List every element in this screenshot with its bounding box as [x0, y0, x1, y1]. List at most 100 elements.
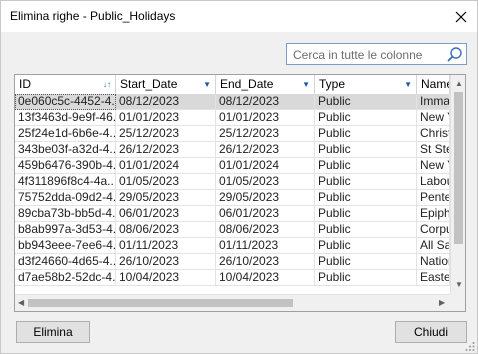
cell-start-date[interactable]: 08/06/2023 [116, 222, 216, 238]
cell-end-date[interactable]: 08/12/2023 [216, 94, 315, 110]
table-row[interactable]: 75752dda-09d2-4... 29/05/2023 29/05/2023 Pu… [15, 190, 450, 206]
cell-id[interactable]: 459b6476-390b-4... [15, 158, 116, 174]
cell-type[interactable]: Public [315, 110, 417, 126]
column-header-name[interactable]: Name [417, 75, 450, 94]
cell-id[interactable]: 4f311896f8c4-4a... [15, 174, 116, 190]
column-header-end-date[interactable]: End_Date ▼ [216, 75, 315, 94]
cell-name[interactable]: Nationa [417, 254, 450, 270]
cell-name[interactable]: All Sain [417, 238, 450, 254]
cell-name[interactable]: Corpus [417, 222, 450, 238]
cell-name[interactable]: Easter [417, 270, 450, 286]
cell-name[interactable]: Epipha [417, 206, 450, 222]
cell-end-date[interactable]: 01/01/2023 [216, 110, 315, 126]
table-row[interactable]: d3f24660-4d65-4... 26/10/2023 26/10/2023 Pu… [15, 254, 450, 270]
column-header-id[interactable]: ID ↓↑ [15, 75, 116, 94]
table-row[interactable]: bb943eee-7ee6-4... 01/11/2023 01/11/2023 Pu… [15, 238, 450, 254]
scroll-up-icon[interactable]: ▲ [455, 79, 463, 89]
dialog-window: Elimina righe - Public_Holidays ID ↓↑ Star… [0, 0, 478, 354]
table-row[interactable]: b8ab997a-3d53-4... 08/06/2023 08/06/2023 Pu… [15, 222, 450, 238]
cell-name[interactable]: Pentec [417, 190, 450, 206]
data-grid: ID ↓↑ Start_Date ▼ End_Date ▼ Type ▼ Name 0e060c… [14, 74, 466, 312]
cell-end-date[interactable]: 01/05/2023 [216, 174, 315, 190]
table-row[interactable]: 25f24e1d-6b6e-4... 25/12/2023 25/12/2023 Pu… [15, 126, 450, 142]
cell-end-date[interactable]: 01/01/2024 [216, 158, 315, 174]
horizontal-scrollbar[interactable]: ◀ ▶ [15, 294, 450, 311]
cell-end-date[interactable]: 06/01/2023 [216, 206, 315, 222]
search-icon[interactable] [446, 46, 463, 63]
table-row[interactable]: 89cba73b-bb5d-4... 06/01/2023 06/01/2023 Pu… [15, 206, 450, 222]
cell-type[interactable]: Public [315, 222, 417, 238]
scroll-right-icon[interactable]: ▶ [439, 298, 445, 308]
cell-start-date[interactable]: 29/05/2023 [116, 190, 216, 206]
cell-type[interactable]: Public [315, 174, 417, 190]
column-header-start-date[interactable]: Start_Date ▼ [116, 75, 216, 94]
close-icon[interactable] [445, 1, 477, 32]
cell-start-date[interactable]: 08/12/2023 [116, 94, 216, 110]
cell-end-date[interactable]: 08/06/2023 [216, 222, 315, 238]
cell-name[interactable]: New Y [417, 110, 450, 126]
vertical-scrollbar[interactable]: ▲ ▼ [450, 75, 465, 294]
cell-end-date[interactable]: 25/12/2023 [216, 126, 315, 142]
cell-id[interactable]: 13f3463d-9e9f-46... [15, 110, 116, 126]
cell-type[interactable]: Public [315, 270, 417, 286]
delete-button[interactable]: Elimina [16, 321, 90, 343]
cell-type[interactable]: Public [315, 190, 417, 206]
cell-start-date[interactable]: 26/12/2023 [116, 142, 216, 158]
table-row[interactable]: d7ae58b2-52dc-4... 10/04/2023 10/04/2023 Pu… [15, 270, 450, 286]
table-row[interactable]: 459b6476-390b-4... 01/01/2024 01/01/2024 Pu… [15, 158, 450, 174]
column-filter-icon[interactable]: ▼ [404, 75, 412, 94]
cell-start-date[interactable]: 01/11/2023 [116, 238, 216, 254]
cell-name[interactable]: Christm [417, 126, 450, 142]
cell-name[interactable]: St Step [417, 142, 450, 158]
table-row[interactable]: 4f311896f8c4-4a... 01/05/2023 01/05/2023 Pu… [15, 174, 450, 190]
cell-end-date[interactable]: 10/04/2023 [216, 270, 315, 286]
cell-id[interactable]: bb943eee-7ee6-4... [15, 238, 116, 254]
cell-end-date[interactable]: 01/11/2023 [216, 238, 315, 254]
cell-start-date[interactable]: 10/04/2023 [116, 270, 216, 286]
cell-type[interactable]: Public [315, 206, 417, 222]
cell-id[interactable]: 0e060c5c-4452-4... [15, 94, 116, 110]
cell-end-date[interactable]: 26/10/2023 [216, 254, 315, 270]
scroll-corner [450, 294, 465, 311]
cell-id[interactable]: 89cba73b-bb5d-4... [15, 206, 116, 222]
cell-start-date[interactable]: 01/01/2024 [116, 158, 216, 174]
vertical-scroll-thumb[interactable] [454, 92, 463, 244]
cell-type[interactable]: Public [315, 126, 417, 142]
cell-end-date[interactable]: 29/05/2023 [216, 190, 315, 206]
scroll-down-icon[interactable]: ▼ [455, 280, 463, 290]
column-filter-icon[interactable]: ▼ [203, 75, 211, 94]
close-button[interactable]: Chiudi [395, 321, 467, 343]
column-filter-icon[interactable]: ↓↑ [103, 75, 111, 94]
table-row[interactable]: 13f3463d-9e9f-46... 01/01/2023 01/01/2023 P… [15, 110, 450, 126]
cell-name[interactable]: New Y [417, 158, 450, 174]
cell-type[interactable]: Public [315, 254, 417, 270]
scroll-left-icon[interactable]: ◀ [18, 298, 24, 308]
cell-name[interactable]: Labour [417, 174, 450, 190]
grid-header: ID ↓↑ Start_Date ▼ End_Date ▼ Type ▼ Name [15, 75, 450, 95]
search-box[interactable] [286, 43, 467, 65]
cell-id[interactable]: d3f24660-4d65-4... [15, 254, 116, 270]
cell-type[interactable]: Public [315, 94, 417, 110]
table-row[interactable]: 343be03f-a32d-4... 26/12/2023 26/12/2023 Pu… [15, 142, 450, 158]
cell-type[interactable]: Public [315, 238, 417, 254]
cell-id[interactable]: 75752dda-09d2-4... [15, 190, 116, 206]
cell-end-date[interactable]: 26/12/2023 [216, 142, 315, 158]
cell-start-date[interactable]: 01/05/2023 [116, 174, 216, 190]
cell-id[interactable]: d7ae58b2-52dc-4... [15, 270, 116, 286]
cell-id[interactable]: 343be03f-a32d-4... [15, 142, 116, 158]
cell-start-date[interactable]: 01/01/2023 [116, 110, 216, 126]
column-filter-icon[interactable]: ▼ [302, 75, 310, 94]
cell-type[interactable]: Public [315, 142, 417, 158]
search-input[interactable] [293, 47, 443, 62]
column-header-type[interactable]: Type ▼ [315, 75, 417, 94]
horizontal-scroll-thumb[interactable] [28, 299, 293, 307]
resize-grip-icon[interactable] [465, 341, 475, 351]
cell-type[interactable]: Public [315, 158, 417, 174]
cell-start-date[interactable]: 26/10/2023 [116, 254, 216, 270]
table-row[interactable]: 0e060c5c-4452-4... 08/12/2023 08/12/2023 Pu… [15, 94, 450, 110]
cell-id[interactable]: b8ab997a-3d53-4... [15, 222, 116, 238]
cell-start-date[interactable]: 25/12/2023 [116, 126, 216, 142]
cell-start-date[interactable]: 06/01/2023 [116, 206, 216, 222]
cell-id[interactable]: 25f24e1d-6b6e-4... [15, 126, 116, 142]
cell-name[interactable]: Immaco [417, 94, 450, 110]
